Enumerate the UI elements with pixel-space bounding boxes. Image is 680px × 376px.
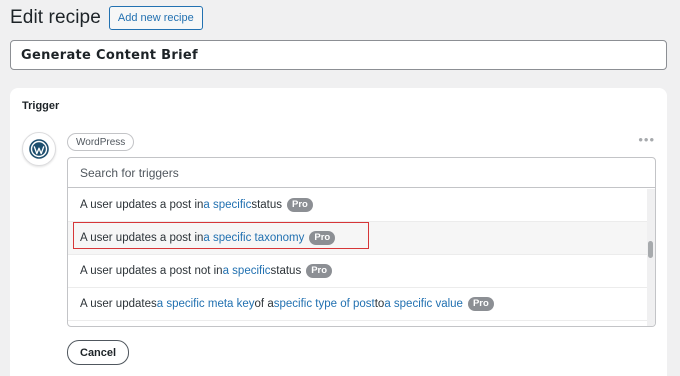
pro-badge: Pro	[467, 297, 494, 311]
trigger-option[interactable]: A user updates a post not in a specific …	[68, 255, 647, 288]
option-token-link[interactable]: a specific meta key	[157, 298, 255, 310]
option-text: status	[270, 265, 302, 277]
trigger-option[interactable]: A user updates a post in a specific taxo…	[68, 222, 647, 255]
pro-badge: Pro	[306, 264, 333, 278]
trigger-panel: Trigger WordPress ••• Search for trigger…	[10, 88, 667, 376]
option-text: A user updates	[80, 298, 157, 310]
wordpress-logo-svg	[29, 139, 49, 159]
integration-badge: WordPress	[67, 133, 135, 151]
option-text: of a	[254, 298, 274, 310]
more-options-icon[interactable]: •••	[638, 133, 655, 146]
option-token-link[interactable]: specific type of post	[274, 298, 375, 310]
trigger-heading: Trigger	[22, 100, 60, 112]
option-text: A user updates a post not in	[80, 265, 223, 277]
option-token-link[interactable]: a specific	[203, 199, 251, 211]
pro-badge: Pro	[287, 198, 313, 212]
recipe-title-input[interactable]: Generate Content Brief	[10, 40, 667, 70]
option-token-link[interactable]: a specific taxonomy	[203, 232, 304, 244]
option-text: to	[374, 298, 385, 310]
scrollbar[interactable]	[647, 189, 655, 326]
trigger-select[interactable]: Search for triggers A user updates a pos…	[67, 157, 656, 327]
page-title: Edit recipe	[10, 7, 101, 28]
trigger-search-input[interactable]: Search for triggers	[68, 158, 655, 188]
page-header: Edit recipe Add new recipe	[10, 6, 203, 30]
trigger-option[interactable]: A user updates a specific meta key of a …	[68, 288, 647, 321]
wordpress-icon	[22, 132, 56, 166]
option-token-link[interactable]: a specific	[223, 265, 271, 277]
trigger-option[interactable]: A user updates a post in a specific stat…	[68, 189, 647, 222]
cancel-button[interactable]: Cancel	[67, 340, 130, 365]
scrollbar-thumb[interactable]	[648, 241, 653, 258]
trigger-options-list: A user updates a post in a specific stat…	[68, 189, 647, 321]
option-text: status	[251, 199, 283, 211]
option-token-link[interactable]: a specific value	[384, 298, 463, 310]
pro-badge: Pro	[309, 231, 336, 245]
option-text: A user updates a post in	[80, 199, 204, 211]
option-text: A user updates a post in	[80, 232, 204, 244]
add-new-recipe-button[interactable]: Add new recipe	[108, 6, 203, 30]
